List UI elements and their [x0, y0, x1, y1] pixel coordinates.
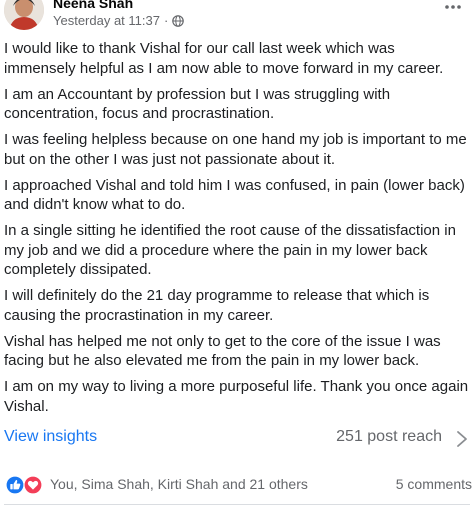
post-header: Neena Shah Yesterday at 11:37 ·	[0, 0, 474, 34]
reactors-names[interactable]: You, Sima Shah, Kirti Shah and 21 others	[50, 476, 308, 492]
comments-count[interactable]: 5 comments	[396, 476, 472, 492]
meta-separator: ·	[163, 13, 169, 28]
post-paragraph: In a single sitting he identified the ro…	[4, 222, 456, 278]
post-paragraph: I will definitely do the 21 day programm…	[4, 287, 430, 324]
author-avatar[interactable]	[4, 0, 44, 30]
post-paragraph: I would like to thank Vishal for our cal…	[4, 40, 444, 77]
reactions-row: You, Sima Shah, Kirti Shah and 21 others…	[6, 474, 472, 496]
post-paragraph: I approached Vishal and told him I was c…	[4, 176, 465, 214]
post-timestamp[interactable]: Yesterday at 11:37	[53, 13, 160, 28]
post-paragraph: Vishal has helped me not only to get to …	[4, 332, 441, 370]
insights-row: View insights 251 post reach	[4, 428, 470, 450]
post-paragraph: I am an Accountant by profession but I w…	[4, 85, 391, 123]
post-body: I would like to thank Vishal for our cal…	[4, 39, 470, 423]
post-paragraph: I am on my way to living a more purposef…	[4, 378, 469, 415]
love-icon	[23, 475, 43, 495]
chevron-right-icon[interactable]	[456, 429, 468, 449]
post-reach-link[interactable]: 251 post reach	[336, 428, 442, 446]
post-divider	[4, 504, 470, 505]
post-card: Neena Shah Yesterday at 11:37 · I would …	[0, 0, 474, 508]
author-name[interactable]: Neena Shah	[53, 0, 133, 11]
post-meta: Yesterday at 11:37 ·	[53, 13, 185, 28]
globe-icon[interactable]	[172, 14, 185, 27]
more-options-icon[interactable]	[444, 2, 462, 12]
view-insights-link[interactable]: View insights	[4, 428, 97, 446]
post-paragraph: I was feeling helpless because on one ha…	[4, 131, 467, 168]
reaction-icons[interactable]	[6, 475, 44, 495]
avatar-image	[4, 0, 44, 30]
like-icon	[6, 475, 25, 495]
